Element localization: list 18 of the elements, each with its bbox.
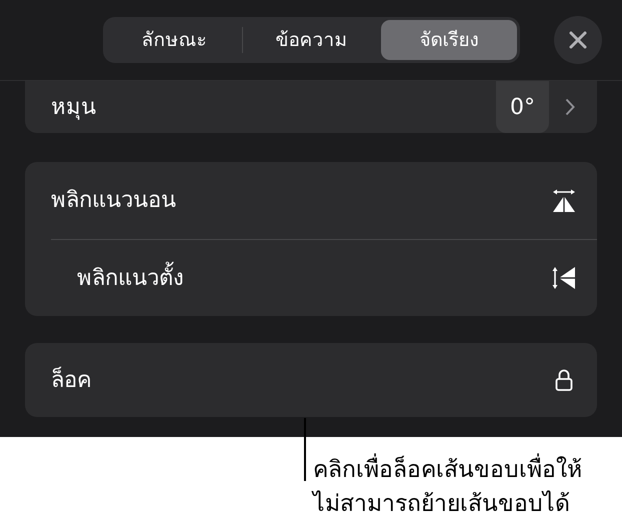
lock-icon <box>555 368 573 392</box>
lock-label: ล็อค <box>51 366 92 394</box>
flip-horizontal-icon <box>551 188 577 214</box>
close-icon <box>568 30 588 50</box>
flip-option[interactable]: พลิกแนวตั้ง <box>77 262 184 294</box>
flip-vertical-icon <box>551 265 577 291</box>
rotate-label: หมุน <box>51 94 96 122</box>
tab[interactable]: จัดเรียง <box>380 20 517 60</box>
rotate-value[interactable]: 0° <box>496 81 549 133</box>
flip-option[interactable]: พลิกแนวนอน <box>51 184 176 217</box>
tab[interactable]: ลักษณะ <box>106 20 242 60</box>
lock-row[interactable]: ล็อค <box>25 343 597 417</box>
tab[interactable]: ข้อความ <box>243 20 380 60</box>
leader-line <box>304 418 306 481</box>
chevron-right-icon <box>565 98 575 116</box>
callout-text: คลิกเพื่อล็อคเส้นขอบเพื่อให้ ไม่สามารถย้ายเส้นขอบได้ <box>313 453 582 521</box>
close-button[interactable] <box>554 16 602 64</box>
rotate-row[interactable]: หมุน 0° <box>25 81 597 133</box>
